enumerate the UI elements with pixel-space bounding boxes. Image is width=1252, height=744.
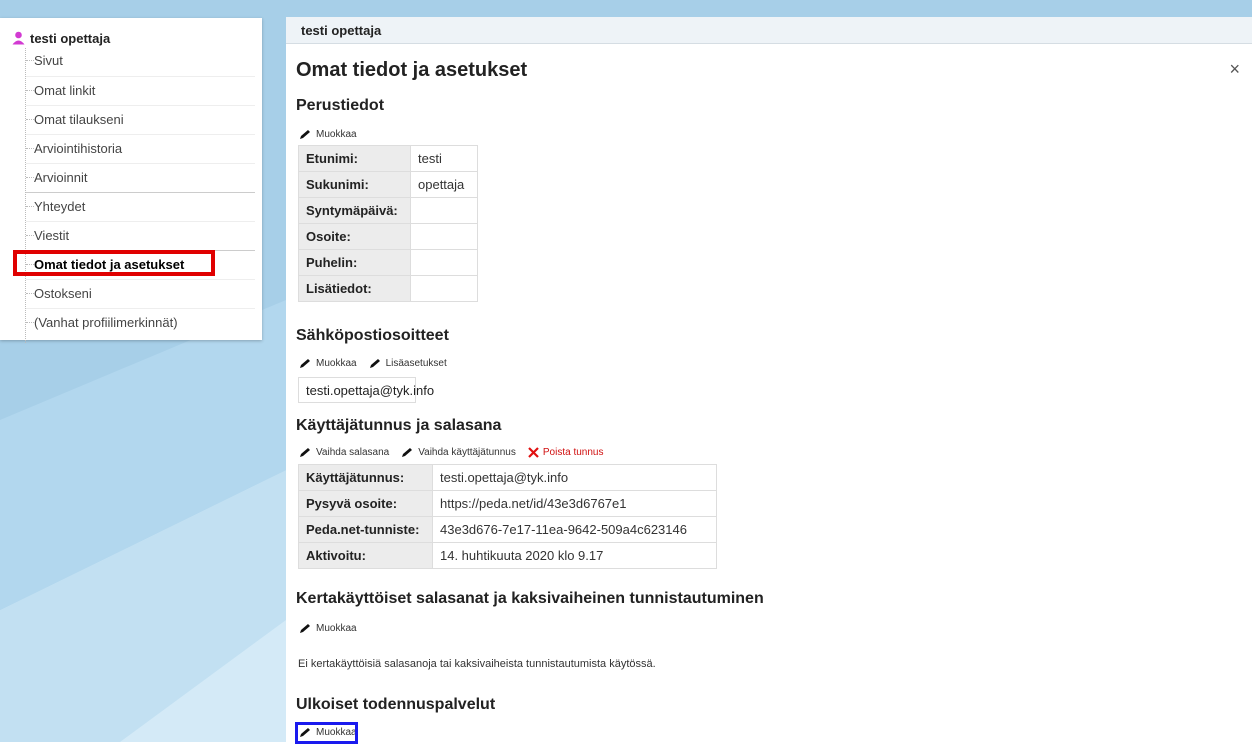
section-heading-otp: Kertakäyttöiset salasanat ja kaksivaihei…: [296, 590, 764, 607]
delete-account-button[interactable]: Poista tunnus: [528, 447, 604, 458]
email-actions: Muokkaa Lisäasetukset: [299, 358, 459, 369]
sidebar-user[interactable]: testi opettaja: [12, 28, 110, 48]
close-icon[interactable]: ×: [1229, 59, 1240, 80]
table-row: Käyttäjätunnus: testi.opettaja@tyk.info: [298, 464, 717, 491]
field-key: Puhelin:: [298, 249, 411, 276]
user-icon: [12, 31, 25, 45]
table-row: Lisätiedot:: [298, 275, 478, 302]
field-key: Käyttäjätunnus:: [298, 464, 433, 491]
header-title: testi opettaja: [301, 22, 382, 38]
sidebar-item-label: Viestit: [34, 228, 70, 243]
section-heading-basic: Perustiedot: [296, 97, 385, 114]
field-value: 43e3d676-7e17-11ea-9642-509a4c623146: [432, 516, 717, 543]
sidebar-item-sivut[interactable]: Sivut: [26, 46, 255, 74]
table-row: Aktivoitu: 14. huhtikuuta 2020 klo 9.17: [298, 542, 717, 569]
field-key: Osoite:: [298, 223, 411, 250]
pencil-icon: [300, 130, 310, 139]
field-key: Peda.net-tunniste:: [298, 516, 433, 543]
email-address: testi.opettaja@tyk.info: [298, 377, 434, 403]
sidebar-item-viestit[interactable]: Viestit: [26, 221, 255, 249]
otp-actions: Muokkaa: [299, 623, 369, 634]
sidebar-item-label: Yhteydet: [34, 199, 86, 214]
field-value: testi: [410, 145, 478, 172]
delete-account-label: Poista tunnus: [542, 447, 604, 458]
change-password-label: Vaihda salasana: [316, 447, 390, 458]
sidebar-menu: testi opettaja Sivut Omat linkit Omat ti…: [0, 18, 262, 343]
field-key: Aktivoitu:: [298, 542, 433, 569]
change-password-button[interactable]: Vaihda salasana: [299, 447, 389, 458]
sidebar-item-vanhat-profiilimerkinnat[interactable]: (Vanhat profiilimerkinnät): [26, 308, 255, 336]
basic-actions: Muokkaa: [299, 129, 369, 140]
otp-edit-button[interactable]: Muokkaa: [299, 623, 357, 634]
sidebar-item-arviointihistoria[interactable]: Arviointihistoria: [26, 134, 255, 162]
pencil-icon: [300, 359, 310, 368]
pencil-icon: [402, 448, 413, 457]
main-panel: testi opettaja × Omat tiedot ja asetukse…: [286, 17, 1252, 744]
otp-note: Ei kertakäyttöisiä salasanoja tai kaksiv…: [298, 658, 656, 670]
section-heading-external: Ulkoiset todennuspalvelut: [296, 696, 496, 713]
table-row: Sukunimi: opettaja: [298, 171, 478, 198]
table-row: Syntymäpäivä:: [298, 197, 478, 224]
pencil-icon: [369, 359, 380, 368]
field-key: Pysyvä osoite:: [298, 490, 433, 517]
table-row: Peda.net-tunniste: 43e3d676-7e17-11ea-964…: [298, 516, 717, 543]
basic-edit-button[interactable]: Muokkaa: [299, 129, 357, 140]
change-username-label: Vaihda käyttäjätunnus: [418, 447, 516, 458]
sidebar-item-yhteydet[interactable]: Yhteydet: [26, 192, 255, 220]
field-key: Lisätiedot:: [298, 275, 411, 302]
email-edit-label: Muokkaa: [316, 358, 357, 369]
field-value: [410, 223, 478, 250]
field-value: [410, 249, 478, 276]
field-key: Sukunimi:: [298, 171, 411, 198]
sidebar-item-label: Arvioinnit: [34, 170, 88, 185]
sidebar-item-ostokseni[interactable]: Ostokseni: [26, 279, 255, 307]
email-edit-button[interactable]: Muokkaa: [299, 358, 357, 369]
table-row: Osoite:: [298, 223, 478, 250]
sidebar-item-label: (Vanhat profiilimerkinnät): [34, 315, 178, 330]
page-title: Omat tiedot ja asetukset: [296, 59, 528, 81]
sidebar-item-label: Omat tilaukseni: [34, 112, 124, 127]
table-row: Pysyvä osoite: https://peda.net/id/43e3d6…: [298, 490, 717, 517]
sidebar-item-omat-tilaukseni[interactable]: Omat tilaukseni: [26, 105, 255, 133]
field-value: opettaja: [410, 171, 478, 198]
sidebar-item-omat-linkit[interactable]: Omat linkit: [26, 76, 255, 104]
section-heading-account: Käyttäjätunnus ja salasana: [296, 417, 502, 434]
email-settings-label: Lisäasetukset: [385, 358, 447, 369]
field-key: Etunimi:: [298, 145, 411, 172]
field-value: [410, 275, 478, 302]
sidebar-item-label: Arviointihistoria: [34, 141, 123, 156]
sidebar-item-label: Sivut: [34, 52, 63, 68]
field-value: https://peda.net/id/43e3d6767e1: [432, 490, 717, 517]
table-row: Puhelin:: [298, 249, 478, 276]
account-actions: Vaihda salasana Vaihda käyttäjätunnus Po…: [299, 447, 615, 458]
sidebar-item-arvioinnit[interactable]: Arvioinnit: [26, 163, 255, 191]
highlight-blue-box: [295, 722, 358, 744]
close-icon: [528, 447, 539, 458]
top-bar: testi opettaja: [286, 17, 1252, 44]
otp-edit-label: Muokkaa: [316, 623, 357, 634]
basic-edit-label: Muokkaa: [316, 129, 357, 140]
field-value: 14. huhtikuuta 2020 klo 9.17: [432, 542, 717, 569]
account-table: Käyttäjätunnus: testi.opettaja@tyk.info P…: [298, 464, 717, 569]
change-username-button[interactable]: Vaihda käyttäjätunnus: [401, 447, 516, 458]
field-value: testi.opettaja@tyk.info: [432, 464, 717, 491]
highlight-red-box: [13, 250, 215, 276]
sidebar-user-name: testi opettaja: [30, 30, 111, 46]
sidebar-item-label: Ostokseni: [34, 286, 92, 301]
email-settings-button[interactable]: Lisäasetukset: [369, 358, 447, 369]
sidebar-item-label: Omat linkit: [34, 83, 96, 98]
pencil-icon: [300, 624, 310, 633]
basic-info-table: Etunimi: testi Sukunimi: opettaja Syntymäp…: [298, 145, 478, 302]
section-heading-email: Sähköpostiosoitteet: [296, 327, 449, 344]
table-row: Etunimi: testi: [298, 145, 478, 172]
pencil-icon: [300, 448, 310, 457]
field-value: [410, 197, 478, 224]
field-key: Syntymäpäivä:: [298, 197, 411, 224]
